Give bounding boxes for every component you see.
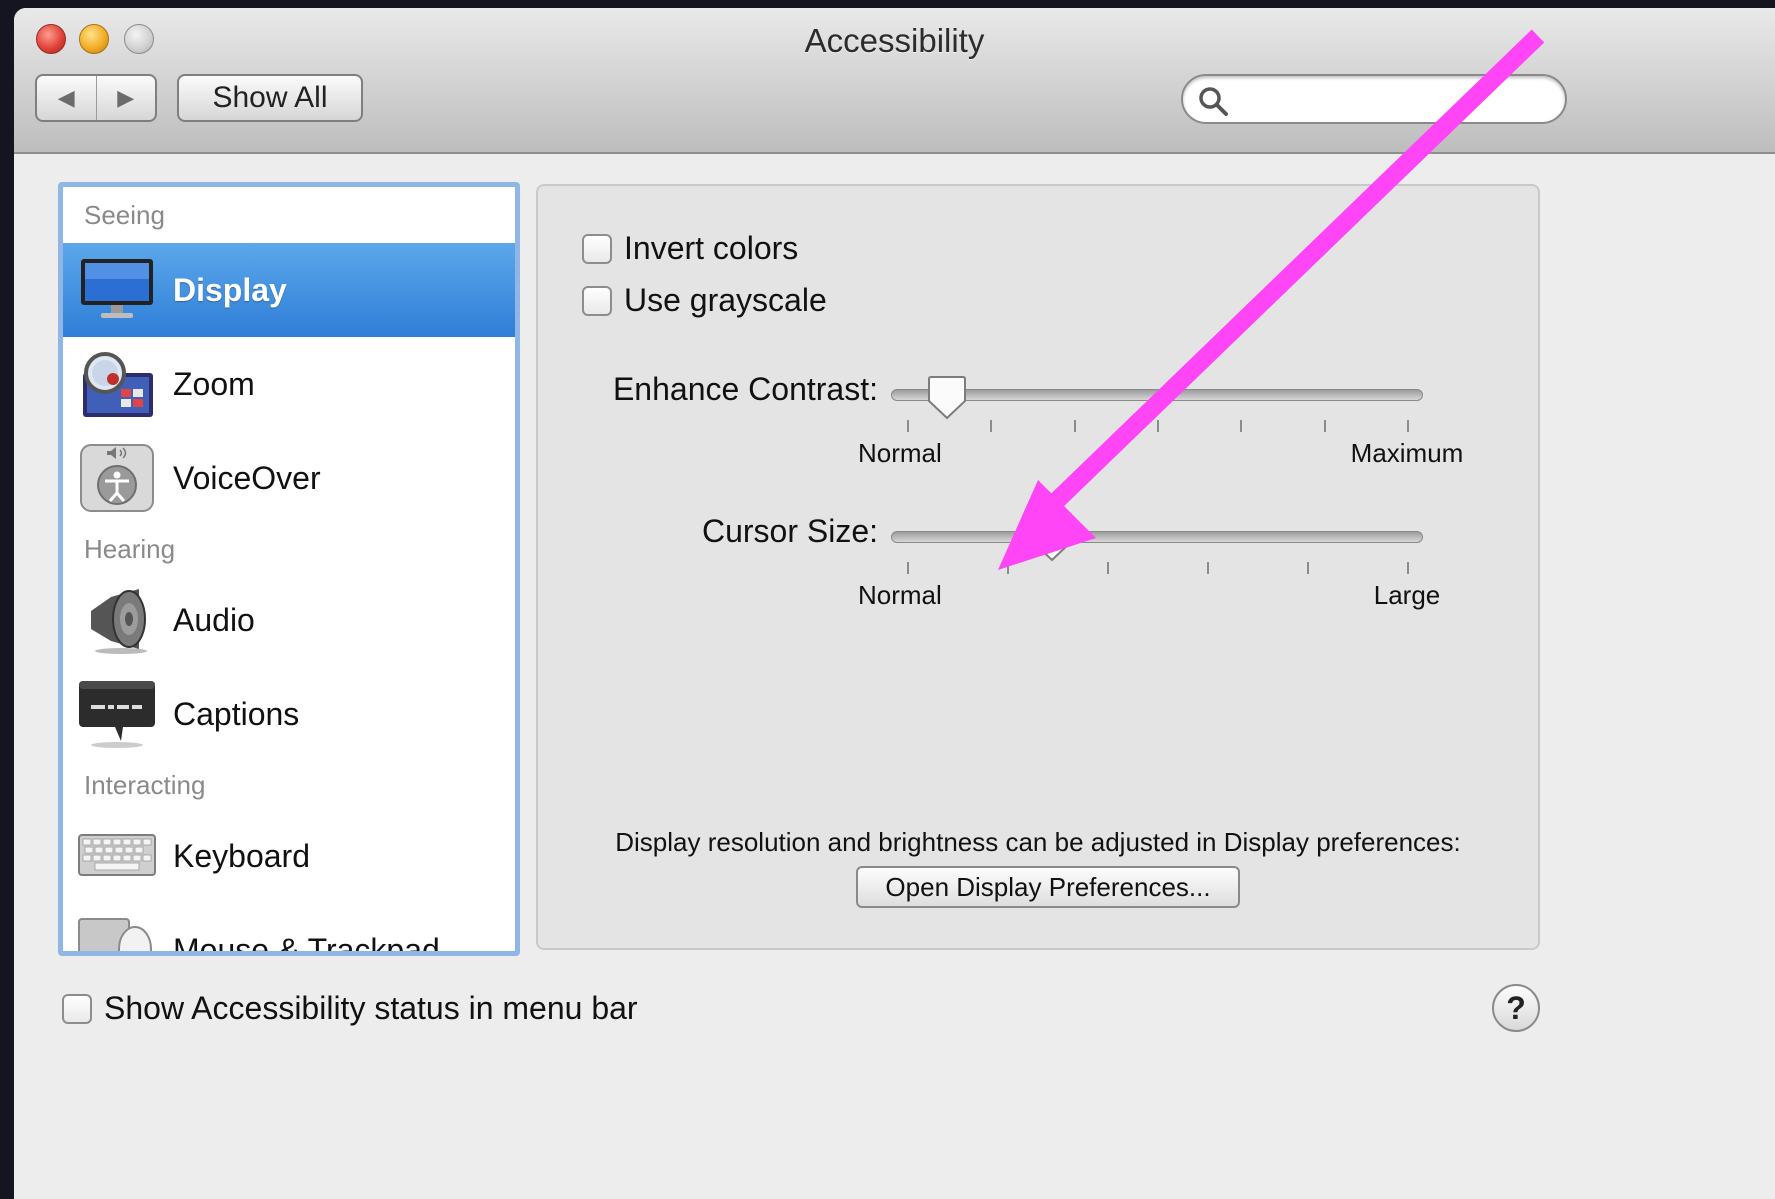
back-button[interactable]: ◀ [37,76,96,120]
help-button[interactable]: ? [1492,984,1540,1032]
forward-arrow-icon: ▶ [117,85,135,110]
slider-tick [907,562,909,574]
group-header-interacting: Interacting [84,770,206,800]
search-field[interactable] [1181,74,1567,124]
sidebar-item-label: VoiceOver [173,459,321,496]
sidebar-item-label: Mouse & Trackpad [173,931,440,956]
cursor-size-max-label: Large [1373,580,1441,610]
speaker-icon [91,589,147,654]
show-all-button[interactable]: Show All [177,74,363,122]
status-menu-label: Show Accessibility status in menu bar [104,990,638,1026]
sidebar-item-display[interactable]: Display [63,243,515,337]
sidebar-item-label: Display [173,271,287,308]
keyboard-icon [78,834,156,876]
titlebar: Accessibility ◀ ▶ Show All [14,8,1775,154]
voiceover-icon [80,444,154,512]
category-list[interactable]: Seeing Display Zoom VoiceOver Hearing Au… [58,182,520,956]
slider-tick [1207,562,1209,574]
group-header-seeing: Seeing [84,200,165,230]
sidebar-item-captions[interactable]: Captions [63,667,515,761]
back-forward-control: ◀ ▶ [35,74,157,122]
display-info-text: Display resolution and brightness can be… [615,827,1461,857]
back-arrow-icon: ◀ [57,85,75,110]
slider-tick [1007,562,1009,574]
window-title: Accessibility [804,22,985,59]
sidebar-item-mouse-trackpad[interactable]: Mouse & Trackpad [63,903,515,956]
sidebar-item-label: Audio [173,601,255,638]
group-header-hearing: Hearing [84,534,176,564]
slider-tick [1307,562,1309,574]
slider-tick [1407,562,1409,574]
display-icon [81,259,153,318]
sidebar-item-label: Zoom [173,365,255,402]
display-pane: Invert colors Use grayscale Enhance Cont… [536,184,1540,950]
sidebar-item-label: Captions [173,695,300,732]
sidebar-item-label: Keyboard [173,837,310,874]
search-icon [1199,87,1228,116]
cursor-size-track[interactable] [891,531,1423,543]
cursor-size-knob[interactable] [1031,517,1073,568]
cursor-size-min-label: Normal [858,580,942,610]
search-input[interactable] [1235,82,1539,118]
forward-button[interactable]: ▶ [95,76,156,120]
zoom-icon [83,352,153,417]
accessibility-window: Accessibility ◀ ▶ Show All Seeing Displa… [14,8,1775,1199]
mouse-icon [78,918,152,951]
sidebar-item-keyboard[interactable]: Keyboard [63,809,515,903]
status-menu-row[interactable]: Show Accessibility status in menu bar [62,990,638,1027]
category-list-content: Seeing Display Zoom VoiceOver Hearing Au… [63,187,515,956]
slider-tick [1107,562,1109,574]
sidebar-item-zoom[interactable]: Zoom [63,337,515,431]
status-menu-checkbox[interactable] [62,993,92,1024]
open-display-preferences-button[interactable]: Open Display Preferences... [856,866,1240,908]
captions-icon [79,681,155,748]
sidebar-item-audio[interactable]: Audio [63,573,515,667]
sidebar-item-voiceover[interactable]: VoiceOver [63,431,515,525]
